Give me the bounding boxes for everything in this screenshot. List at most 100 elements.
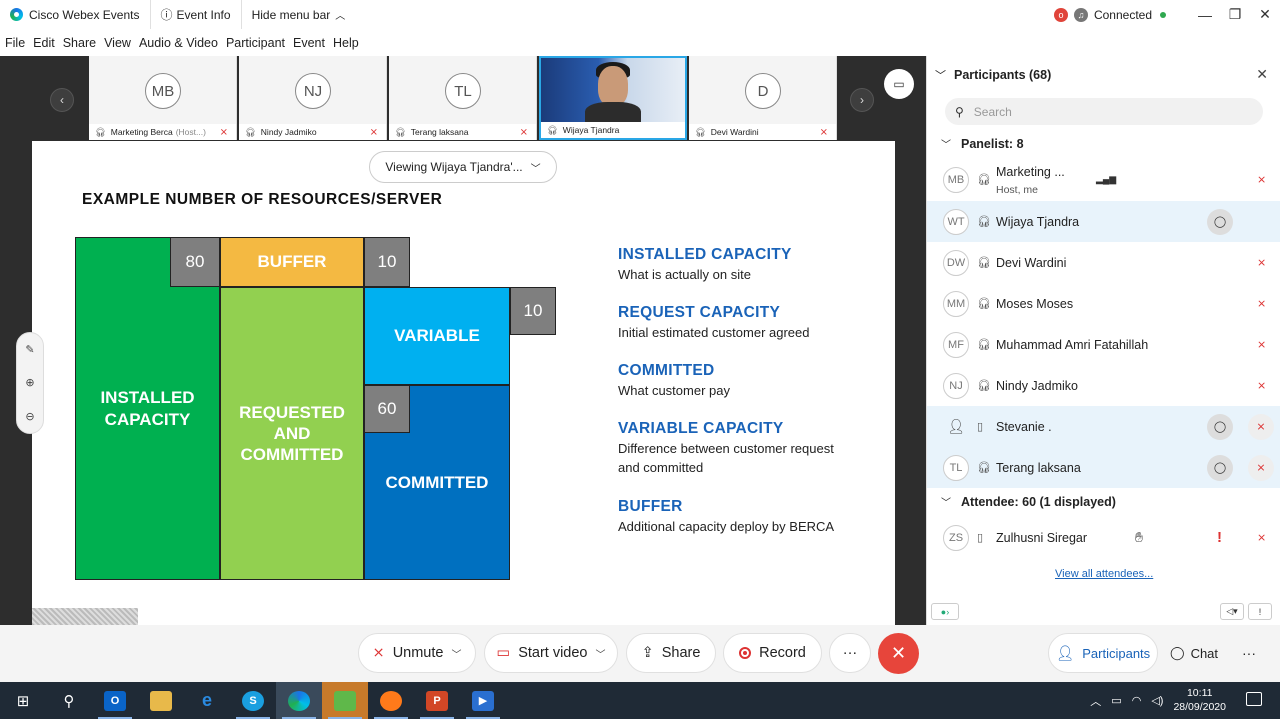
restore-icon[interactable]: ❐	[1220, 6, 1250, 23]
minimize-icon[interactable]: —	[1190, 7, 1220, 23]
muted-mic-icon[interactable]: ⨯	[1257, 379, 1266, 392]
hide-menu-bar-button[interactable]: Hide menu bar ︿	[242, 0, 356, 29]
start-button[interactable]: ⊞	[0, 682, 46, 719]
strip-next-button[interactable]: ›	[850, 88, 874, 112]
taskbar-app-green[interactable]	[322, 682, 368, 719]
muted-mic-icon[interactable]: ⨯	[1257, 173, 1266, 186]
chat-bubble-icon[interactable]: ◯	[1207, 454, 1233, 481]
strip-prev-button[interactable]: ‹	[50, 88, 74, 112]
notification-icon[interactable]	[1246, 692, 1262, 706]
video-tile[interactable]: D 🎧︎ Devi Wardini ⨯	[689, 56, 837, 140]
participant-name: Marketing ...	[996, 165, 1065, 179]
participants-panel: ﹀ Participants (68) ✕ ⚲ Search ﹀ Panelis…	[926, 56, 1280, 625]
participant-search-input[interactable]: ⚲ Search	[945, 98, 1263, 125]
chevron-down-icon[interactable]: ﹀	[935, 67, 946, 83]
video-tile[interactable]: NJ 🎧︎ Nindy Jadmiko ⨯	[239, 56, 387, 140]
menu-share[interactable]: Share	[63, 36, 96, 50]
tile-name: Nindy Jadmiko	[260, 127, 317, 137]
menu-participant[interactable]: Participant	[226, 36, 285, 50]
slide-scroll-thumb[interactable]	[32, 608, 138, 625]
menu-view[interactable]: View	[104, 36, 131, 50]
layout-toggle-button[interactable]: ▭	[884, 69, 914, 99]
participant-row[interactable]: WT 🎧︎ Wijaya Tjandra ◯	[927, 201, 1280, 242]
more-icon: ···	[1242, 645, 1256, 661]
annotate-pen-icon[interactable]: ✎	[25, 343, 34, 356]
video-tile[interactable]: TL 🎧︎ Terang laksana ⨯	[389, 56, 537, 140]
taskbar-app-blue[interactable]: ▶	[460, 682, 506, 719]
menu-file[interactable]: File	[5, 36, 25, 50]
participant-row[interactable]: TL 🎧︎ Terang laksana ◯ ⨯	[927, 447, 1280, 488]
zoom-in-icon[interactable]: ⊕	[25, 376, 34, 389]
taskbar-webex[interactable]	[276, 682, 322, 719]
network-status-button[interactable]: ●›	[931, 603, 959, 620]
raised-hand-icon[interactable]: ✋︎	[1135, 529, 1143, 546]
view-all-attendees-link[interactable]: View all attendees...	[1055, 568, 1153, 580]
tile-name-bar: 🎧︎ Terang laksana ⨯	[389, 124, 536, 140]
chevron-up-icon[interactable]: ︿	[1090, 693, 1101, 709]
muted-mic-icon[interactable]: ⨯	[1257, 256, 1266, 269]
outlook-icon: O	[104, 690, 126, 711]
muted-mic-icon[interactable]: ⨯	[1257, 338, 1266, 351]
record-button[interactable]: Record	[723, 633, 822, 673]
muted-mic-icon[interactable]: ⨯	[1248, 454, 1274, 481]
chat-bubble-icon[interactable]: ◯	[1207, 208, 1233, 235]
taskbar-file-explorer[interactable]	[138, 682, 184, 719]
block-requested-label: REQUESTED AND COMMITTED	[239, 402, 345, 465]
broadcast-icon[interactable]: ◁▾	[1220, 603, 1244, 620]
video-tile-active-speaker[interactable]: 🎧︎ Wijaya Tjandra	[539, 56, 687, 140]
muted-mic-icon[interactable]: ⨯	[1257, 297, 1266, 310]
phone-icon: ▯	[977, 421, 984, 433]
zoom-out-icon[interactable]: ⊖	[25, 410, 34, 423]
participants-toggle-button[interactable]: 👤︎ Participants	[1048, 633, 1158, 673]
windows-taskbar: ⊞ ⚲ O e S P ▶ ︿ ▭ ◠ ◁) 10:11 28/09/2020	[0, 682, 1280, 719]
participant-row[interactable]: DW 🎧︎ Devi Wardini ⨯	[927, 242, 1280, 283]
legend-desc: Additional capacity deploy by BERCA	[618, 519, 835, 534]
block-10-right: 10	[510, 287, 556, 335]
muted-mic-icon[interactable]: ⨯	[1248, 413, 1274, 440]
legend-installed: INSTALLED CAPACITY What is actually on s…	[618, 246, 792, 285]
alert-small-icon[interactable]: !	[1248, 603, 1272, 620]
volume-icon[interactable]: ◁)	[1151, 694, 1163, 707]
avatar: MB	[943, 166, 969, 193]
participant-row[interactable]: NJ 🎧︎ Nindy Jadmiko ⨯	[927, 365, 1280, 406]
taskbar-firefox[interactable]	[368, 682, 414, 719]
participant-row[interactable]: MB 🎧︎ Marketing ... Host, me ▂▄▆ ⨯	[927, 159, 1280, 200]
participant-row[interactable]: ZS ▯ Zulhusni Siregar ✋︎ ! ⨯	[927, 517, 1280, 558]
video-tile[interactable]: MB 🎧︎ Marketing Berca (Host...) ⨯	[89, 56, 237, 140]
viewing-selector[interactable]: Viewing Wijaya Tjandra'... ﹀	[369, 151, 557, 183]
event-info-button[interactable]: ⓘ Event Info	[151, 0, 242, 29]
menu-help[interactable]: Help	[333, 36, 359, 50]
wifi-icon[interactable]: ◠	[1132, 694, 1142, 707]
chat-toggle-button[interactable]: ◯ Chat	[1170, 633, 1218, 673]
taskbar-skype[interactable]: S	[230, 682, 276, 719]
more-options-button[interactable]: ···	[829, 633, 871, 673]
start-video-button[interactable]: ▭ Start video ﹀	[484, 633, 618, 673]
leave-meeting-button[interactable]: ✕	[878, 633, 919, 674]
chevron-down-icon[interactable]: ﹀	[451, 646, 461, 661]
taskbar-powerpoint[interactable]: P	[414, 682, 460, 719]
unmute-button[interactable]: ⨯ Unmute ﹀	[358, 633, 476, 673]
attendee-group-header[interactable]: ﹀ Attendee: 60 (1 displayed)	[941, 494, 1116, 510]
menu-audio-video[interactable]: Audio & Video	[139, 36, 218, 50]
close-window-icon[interactable]: ✕	[1250, 6, 1280, 23]
share-button[interactable]: ⇪ Share	[626, 633, 716, 673]
taskbar-outlook[interactable]: O	[92, 682, 138, 719]
participant-row[interactable]: MM 🎧︎ Moses Moses ⨯	[927, 283, 1280, 324]
participant-row[interactable]: MF 🎧︎ Muhammad Amri Fatahillah ⨯	[927, 324, 1280, 365]
muted-mic-icon[interactable]: ⨯	[1257, 531, 1266, 544]
panel-more-button[interactable]: ···	[1242, 633, 1256, 673]
chat-bubble-icon[interactable]: ◯	[1207, 413, 1233, 440]
video-app-icon: ▶	[472, 690, 494, 711]
menu-edit[interactable]: Edit	[33, 36, 55, 50]
chevron-down-icon[interactable]: ﹀	[596, 646, 606, 661]
firefox-icon	[380, 690, 402, 711]
panelist-group-header[interactable]: ﹀ Panelist: 8	[941, 136, 1024, 152]
clock[interactable]: 10:11 28/09/2020	[1173, 687, 1226, 714]
recording-indicator-icon[interactable]: o	[1053, 7, 1068, 22]
participant-row[interactable]: 👤︎ ▯ Stevanie . ◯ ⨯	[927, 406, 1280, 447]
battery-icon[interactable]: ▭	[1111, 694, 1121, 707]
menu-event[interactable]: Event	[293, 36, 325, 50]
taskbar-edge[interactable]: e	[184, 682, 230, 719]
search-button[interactable]: ⚲	[46, 682, 92, 719]
close-panel-icon[interactable]: ✕	[1256, 66, 1268, 83]
